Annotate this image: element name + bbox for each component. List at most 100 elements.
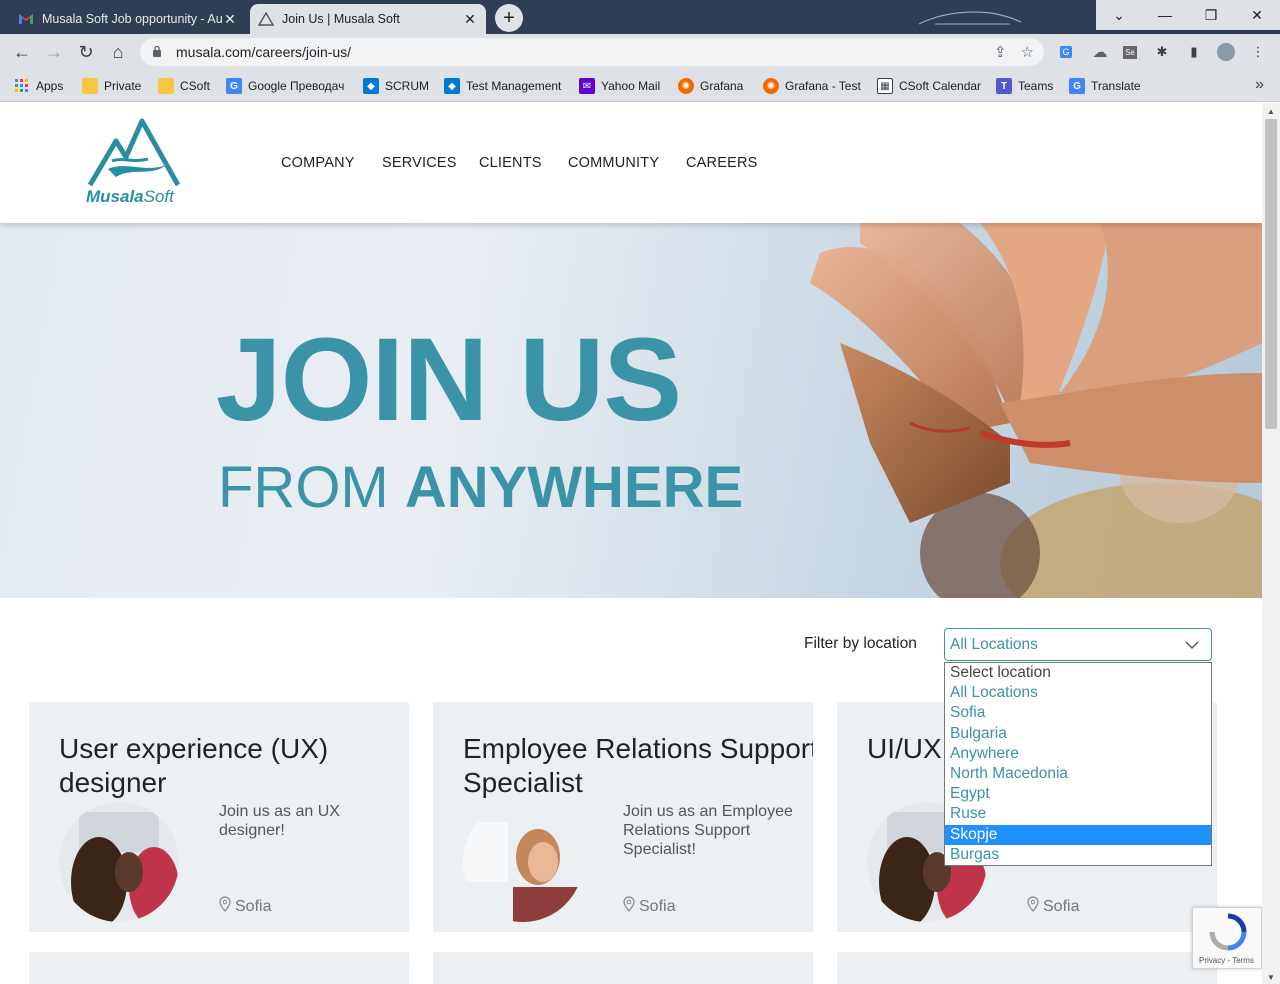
- bookmark-csoft-calendar[interactable]: ▦ CSoft Calendar: [877, 77, 981, 95]
- bookmark-apps[interactable]: Apps: [14, 77, 63, 95]
- bookmark-scrum[interactable]: ◆ SCRUM: [363, 77, 429, 95]
- nav-clients[interactable]: CLIENTS: [479, 155, 542, 171]
- scrollbar-thumb[interactable]: [1265, 119, 1277, 429]
- close-tab-icon[interactable]: ✕: [222, 11, 238, 28]
- share-icon[interactable]: ⇪: [994, 43, 1007, 61]
- job-location: Sofia: [1027, 896, 1079, 917]
- location-dropdown-list: Select location All Locations Sofia Bulg…: [944, 662, 1212, 866]
- bookmark-label: Teams: [1018, 79, 1054, 93]
- select-value: All Locations: [950, 636, 1038, 653]
- web-page: MusalaSoft COMPANY SERVICES CLIENTS COMM…: [0, 103, 1262, 984]
- nav-services[interactable]: SERVICES: [382, 155, 457, 171]
- reload-icon[interactable]: ↻: [74, 40, 98, 64]
- bookmark-label: Translate: [1091, 79, 1141, 93]
- location-option-sofia[interactable]: Sofia: [945, 703, 1211, 723]
- scroll-down-icon[interactable]: ▼: [1267, 973, 1275, 982]
- gmail-icon: [18, 11, 34, 27]
- close-window-button[interactable]: ✕: [1234, 0, 1280, 30]
- musala-favicon: [258, 11, 274, 27]
- location-filter-select[interactable]: All Locations: [944, 628, 1212, 661]
- address-bar[interactable]: musala.com/careers/join-us/ ⇪ ☆: [140, 38, 1044, 66]
- bookmark-csoft[interactable]: CSoft: [158, 77, 210, 95]
- forward-arrow-icon[interactable]: →: [42, 40, 66, 64]
- grafana-icon: ✺: [678, 78, 694, 94]
- nav-community[interactable]: COMMUNITY: [568, 155, 659, 171]
- page-scrollbar[interactable]: ▲ ▼: [1262, 103, 1280, 984]
- minimize-button[interactable]: —: [1142, 0, 1188, 30]
- site-header: MusalaSoft COMPANY SERVICES CLIENTS COMM…: [0, 103, 1262, 223]
- job-title[interactable]: Employee Relations Support Specialist: [463, 732, 813, 800]
- location-option-bulgaria[interactable]: Bulgaria: [945, 724, 1211, 744]
- location-option-burgas[interactable]: Burgas: [945, 845, 1211, 865]
- bookmark-grafana-test[interactable]: ✺ Grafana - Test: [763, 77, 861, 95]
- bookmark-yahoo-mail[interactable]: ✉ Yahoo Mail: [579, 77, 660, 95]
- bookmark-private[interactable]: Private: [82, 77, 141, 95]
- bookmark-grafana[interactable]: ✺ Grafana: [678, 77, 743, 95]
- location-option-north-macedonia[interactable]: North Macedonia: [945, 764, 1211, 784]
- google-translate-icon: G: [1069, 78, 1085, 94]
- yahoo-mail-icon: ✉: [579, 78, 595, 94]
- scroll-up-icon[interactable]: ▲: [1267, 107, 1275, 116]
- restore-button[interactable]: ❐: [1188, 0, 1234, 30]
- location-pin-icon: [219, 896, 231, 917]
- job-card[interactable]: [433, 952, 813, 984]
- hero-subtitle: FROM ANYWHERE: [218, 455, 744, 520]
- bookmark-test-management[interactable]: ◆ Test Management: [444, 77, 561, 95]
- profile-avatar-icon[interactable]: [1216, 42, 1236, 62]
- car-theme-icon: [915, 8, 1025, 33]
- bookmark-label: SCRUM: [385, 79, 429, 93]
- musala-logo[interactable]: MusalaSoft: [86, 117, 182, 209]
- logo-wordmark: MusalaSoft: [86, 187, 174, 206]
- selenium-extension-icon[interactable]: Se: [1120, 42, 1140, 62]
- browser-tab-join-us[interactable]: Join Us | Musala Soft ✕: [250, 4, 486, 34]
- job-description: Join us as an Employee Relations Support…: [623, 803, 793, 858]
- tab-title: Musala Soft Job opportunity - Au: [42, 12, 222, 26]
- location-option-ruse[interactable]: Ruse: [945, 804, 1211, 824]
- location-option-egypt[interactable]: Egypt: [945, 784, 1211, 804]
- recaptcha-links[interactable]: Privacy - Terms: [1199, 956, 1254, 965]
- azure-devops-icon: ◆: [363, 78, 379, 94]
- nav-company[interactable]: COMPANY: [281, 155, 355, 171]
- bookmark-label: Yahoo Mail: [601, 79, 661, 93]
- lock-icon: [152, 44, 166, 60]
- job-location: Sofia: [623, 896, 675, 917]
- bookmark-label: Grafana: [700, 79, 744, 93]
- location-option-all-locations[interactable]: All Locations: [945, 683, 1211, 703]
- job-card[interactable]: Employee Relations Support Specialist Jo…: [433, 702, 813, 932]
- cloud-extension-icon[interactable]: ☁: [1090, 42, 1110, 62]
- job-description: Join us as an UX designer!: [219, 803, 340, 839]
- chrome-menu-icon[interactable]: ⋮: [1248, 42, 1268, 62]
- bookmark-google-translate[interactable]: G Google Преводач: [226, 77, 344, 95]
- tab-title: Join Us | Musala Soft: [282, 12, 400, 26]
- location-option-anywhere[interactable]: Anywhere: [945, 744, 1211, 764]
- bookmarks-bar: Apps Private CSoft G Google Преводач ◆ S…: [0, 70, 1280, 102]
- home-icon[interactable]: ⌂: [106, 40, 130, 64]
- job-card[interactable]: User experience (UX) designer Join us as…: [29, 702, 409, 932]
- bookmarks-overflow-icon[interactable]: »: [1255, 76, 1264, 94]
- bookmark-label: Test Management: [466, 79, 562, 93]
- job-card[interactable]: [837, 952, 1217, 984]
- browser-tab-strip: Musala Soft Job opportunity - Au ✕ Join …: [0, 0, 1280, 34]
- job-card[interactable]: [29, 952, 409, 984]
- bookmark-label: Private: [104, 79, 142, 93]
- job-title[interactable]: User experience (UX) designer: [59, 732, 409, 800]
- close-tab-icon[interactable]: ✕: [462, 11, 478, 28]
- browser-tab-gmail[interactable]: Musala Soft Job opportunity - Au ✕: [10, 4, 246, 34]
- hero-title: JOIN US: [216, 314, 682, 446]
- bookmark-translate[interactable]: G Translate: [1069, 77, 1141, 95]
- recaptcha-badge[interactable]: Privacy - Terms: [1192, 907, 1262, 969]
- location-option-skopje[interactable]: Skopje: [945, 824, 1211, 845]
- side-panel-icon[interactable]: ▮: [1184, 42, 1204, 62]
- tab-search-button[interactable]: ⌄: [1096, 0, 1142, 30]
- job-photo: [463, 802, 583, 922]
- bookmark-star-icon[interactable]: ☆: [1021, 43, 1034, 61]
- bookmark-teams[interactable]: T Teams: [996, 77, 1053, 95]
- new-tab-button[interactable]: +: [495, 4, 523, 32]
- google-translate-extension-icon[interactable]: G: [1056, 42, 1076, 62]
- job-photo: [59, 802, 179, 922]
- extensions-puzzle-icon[interactable]: ✱: [1152, 42, 1172, 62]
- location-option-select-location[interactable]: Select location: [945, 663, 1211, 683]
- nav-careers[interactable]: CAREERS: [686, 155, 758, 171]
- bookmark-label: Grafana - Test: [785, 79, 861, 93]
- back-arrow-icon[interactable]: ←: [10, 40, 34, 64]
